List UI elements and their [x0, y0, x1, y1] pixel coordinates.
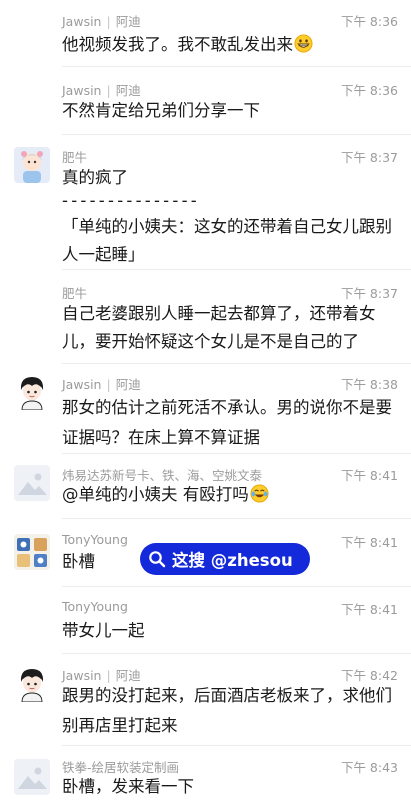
message-text[interactable]: 自己老婆跟别人睡一起去都算了，还带着女 儿，要开始怀疑这个女儿是不是自己的了 [62, 300, 398, 356]
divider [62, 134, 411, 135]
message-text[interactable]: 不然肯定给兄弟们分享一下 [62, 97, 398, 125]
sender-name[interactable]: Jawsin | 阿迪 [62, 374, 141, 393]
divider [62, 66, 411, 67]
sender-name[interactable]: TonyYoung [62, 532, 128, 547]
message-text[interactable]: @单纯的小姨夫 有殴打吗 [62, 481, 398, 509]
divider [62, 453, 411, 454]
message-text[interactable]: 那女的估计之前死活不承认。男的说你不是要 证据吗？在床上算不算证据 [62, 394, 398, 452]
avatar[interactable] [14, 666, 50, 702]
cartoon-sticker-avatar-icon [14, 534, 50, 570]
divider [62, 745, 411, 746]
divider [62, 518, 411, 519]
cartoon-girl-avatar-icon [14, 147, 50, 183]
watermark-text: 这搜 @zhesou [172, 551, 293, 570]
cartoon-boy-avatar-icon [14, 374, 50, 410]
message-text[interactable]: 他视频发我了。我不敢乱发出来 [62, 31, 398, 59]
sender-name[interactable]: Jawsin | 阿迪 [62, 11, 141, 30]
message-time: 下午 8:38 [340, 377, 398, 392]
avatar[interactable] [14, 147, 50, 183]
message-text[interactable]: 卧槽，发来看一下 [62, 773, 398, 800]
cartoon-boy-avatar-icon [14, 666, 50, 702]
avatar[interactable] [14, 759, 50, 795]
message-text[interactable]: 跟男的没打起来，后面酒店老板来了，求他们 别再店里打起来 [62, 682, 398, 740]
avatar[interactable] [14, 465, 50, 501]
message-text[interactable]: 真的疯了 - - - - - - - - - - - - - - - 「单纯的小… [62, 164, 398, 269]
default-image-avatar-icon [14, 759, 50, 795]
search-icon [149, 551, 166, 568]
message-time: 下午 8:41 [340, 602, 398, 617]
zhesou-watermark: 这搜 @zhesou [140, 543, 310, 575]
message-text[interactable]: 带女儿一起 [62, 617, 398, 645]
message-time: 下午 8:36 [340, 14, 398, 29]
avatar[interactable] [14, 534, 50, 570]
divider [62, 269, 411, 270]
divider [62, 586, 411, 587]
divider [62, 653, 411, 654]
avatar[interactable] [14, 374, 50, 410]
sender-name[interactable]: TonyYoung [62, 599, 128, 614]
laugh-cry-emoji [250, 484, 269, 503]
grin-emoji [294, 34, 313, 53]
default-image-avatar-icon [14, 465, 50, 501]
divider [62, 363, 411, 364]
